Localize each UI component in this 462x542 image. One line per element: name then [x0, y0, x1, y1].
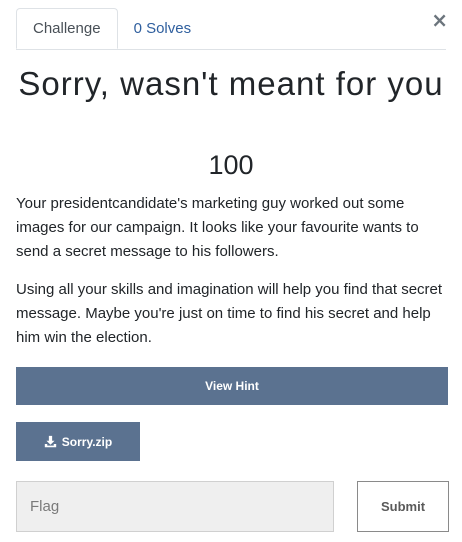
tab-solves[interactable]: 0 Solves [118, 8, 208, 48]
submit-button[interactable]: Submit [357, 481, 449, 532]
flag-input[interactable] [16, 481, 334, 532]
challenge-modal: × Challenge 0 Solves Sorry, wasn't meant… [0, 0, 462, 542]
challenge-title: Sorry, wasn't meant for you [18, 65, 444, 102]
challenge-tabs: Challenge 0 Solves [16, 8, 446, 50]
challenge-points: 100 [208, 150, 254, 180]
tab-challenge[interactable]: Challenge [16, 8, 118, 49]
file-download-button[interactable]: Sorry.zip [16, 422, 140, 461]
description-paragraph: Using all your skills and imagination wi… [16, 281, 443, 346]
challenge-description: Your presidentcandidate's marketing guy … [16, 192, 448, 364]
description-paragraph: Your presidentcandidate's marketing guy … [16, 195, 419, 260]
download-icon [44, 435, 57, 448]
file-name: Sorry.zip [61, 434, 113, 449]
view-hint-button[interactable]: View Hint [16, 367, 448, 405]
